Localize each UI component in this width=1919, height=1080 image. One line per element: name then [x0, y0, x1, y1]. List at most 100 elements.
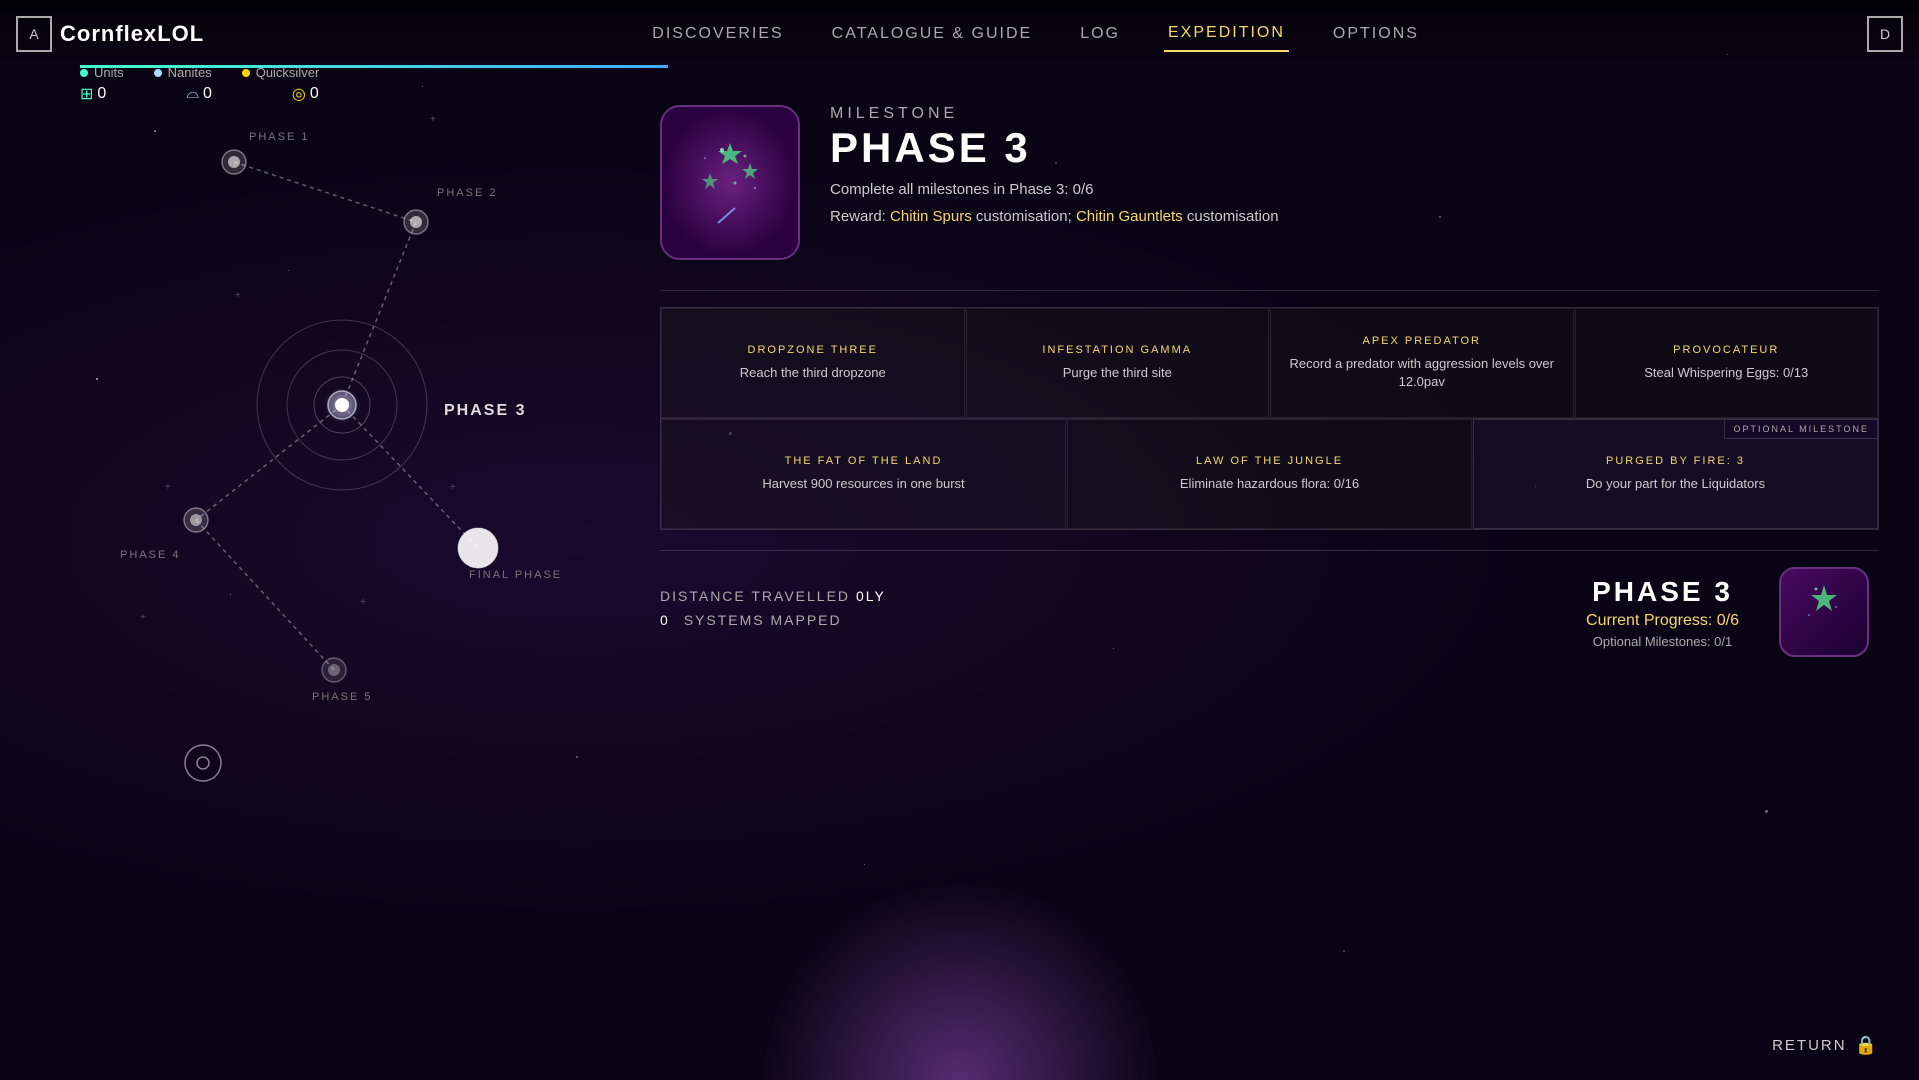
svg-text:PHASE 2: PHASE 2 [437, 187, 497, 199]
nav-right-button[interactable]: D [1867, 16, 1903, 52]
currency-nanites: Nanites [154, 65, 212, 80]
units-icon: ⊞ [80, 84, 93, 104]
phase3-label: PHASE 3 [1586, 576, 1739, 608]
milestone-progress: Complete all milestones in Phase 3: 0/6 [830, 181, 1879, 198]
jungle-desc: Eliminate hazardous flora: 0/16 [1180, 475, 1359, 493]
milestone-cell-jungle[interactable]: LAW OF THE JUNGLE Eliminate hazardous fl… [1067, 419, 1472, 529]
nav-left-btn-label: A [29, 26, 38, 42]
right-panel: MILESTONE PHASE 3 Complete all milestone… [620, 0, 1919, 1080]
dropzone-title: DROPZONE THREE [748, 344, 878, 356]
apex-desc: Record a predator with aggression levels… [1287, 355, 1557, 391]
milestone-info: MILESTONE PHASE 3 Complete all milestone… [830, 105, 1879, 225]
milestone-cell-infestation[interactable]: INFESTATION GAMMA Purge the third site [966, 308, 1270, 418]
player-name: CornflexLOL [60, 21, 204, 47]
stats-center: PHASE 3 Current Progress: 0/6 Optional M… [1586, 576, 1739, 649]
milestones-grid-row2: THE FAT OF THE LAND Harvest 900 resource… [660, 419, 1879, 530]
divider-2 [660, 550, 1879, 551]
distance-row: DISTANCE TRAVELLED 0ly [660, 588, 1546, 604]
optional-badge-label: OPTIONAL MILESTONE [1724, 419, 1878, 439]
apex-title: APEX PREDATOR [1362, 335, 1481, 347]
tab-options[interactable]: OPTIONS [1329, 17, 1423, 51]
units-label: Units [94, 65, 124, 80]
infestation-desc: Purge the third site [1063, 364, 1172, 382]
milestone-badge [660, 105, 800, 260]
milestones-grid-row1: DROPZONE THREE Reach the third dropzone … [660, 307, 1879, 419]
reward-item1: Chitin Spurs [890, 208, 972, 225]
svg-text:FINAL PHASE: FINAL PHASE [469, 569, 562, 581]
svg-text:+: + [140, 612, 146, 623]
quicksilver-icon: ◎ [292, 84, 306, 104]
nav-left-section: A CornflexLOL [0, 16, 204, 52]
nav-right-section: D [1867, 16, 1919, 52]
map-panel: PHASE 1 PHASE 2 PHASE 3 PHASE 4 FINAL PH… [0, 0, 620, 1080]
milestone-word: MILESTONE [830, 105, 1879, 123]
reward-text1: customisation; [976, 208, 1072, 225]
svg-text:+: + [360, 597, 366, 608]
svg-text:PHASE 4: PHASE 4 [120, 549, 180, 561]
units-dot [80, 69, 88, 77]
quicksilver-value: 0 [310, 85, 319, 103]
milestone-cell-dropzone[interactable]: DROPZONE THREE Reach the third dropzone [661, 308, 965, 418]
provocateur-desc: Steal Whispering Eggs: 0/13 [1644, 364, 1808, 382]
tab-discoveries[interactable]: DISCOVERIES [648, 17, 787, 51]
quicksilver-label: Quicksilver [256, 65, 320, 80]
systems-label: SYSTEMS MAPPED [684, 612, 842, 628]
svg-text:PHASE 3: PHASE 3 [444, 402, 526, 419]
svg-text:+: + [235, 290, 241, 301]
svg-text:+: + [165, 482, 171, 493]
currency-bar: Units Nanites Quicksilver [80, 65, 319, 80]
svg-text:PHASE 1: PHASE 1 [249, 131, 309, 143]
fat-title: THE FAT OF THE LAND [785, 455, 943, 467]
currency-quicksilver: Quicksilver [242, 65, 320, 80]
units-value: 0 [97, 85, 106, 103]
badge-icon [680, 128, 780, 238]
quicksilver-value-display: ◎ 0 [292, 84, 319, 104]
optional-milestones: Optional Milestones: 0/1 [1586, 634, 1739, 649]
nanites-value: 0 [203, 85, 212, 103]
currency-values: ⊞ 0 ⌓ 0 ◎ 0 [80, 84, 319, 104]
milestone-cell-apex[interactable]: APEX PREDATOR Record a predator with agg… [1270, 308, 1574, 418]
infestation-title: INFESTATION GAMMA [1042, 344, 1192, 356]
nanites-dot [154, 69, 162, 77]
map-svg: PHASE 1 PHASE 2 PHASE 3 PHASE 4 FINAL PH… [0, 0, 620, 1080]
current-progress: Current Progress: 0/6 [1586, 612, 1739, 630]
milestone-header: MILESTONE PHASE 3 Complete all milestone… [660, 105, 1879, 260]
systems-value: 0 [660, 612, 670, 628]
nav-left-button[interactable]: A [16, 16, 52, 52]
stats-right [1779, 567, 1879, 657]
divider-1 [660, 290, 1879, 291]
distance-label: DISTANCE TRAVELLED [660, 588, 850, 604]
mini-badge [1779, 567, 1869, 657]
provocateur-title: PROVOCATEUR [1673, 344, 1779, 356]
systems-row: 0 SYSTEMS MAPPED [660, 612, 1546, 628]
distance-value: 0ly [856, 588, 886, 604]
nav-right-btn-label: D [1880, 26, 1890, 42]
purged-desc: Do your part for the Liquidators [1586, 475, 1765, 493]
nanites-label: Nanites [168, 65, 212, 80]
milestone-cell-fat[interactable]: THE FAT OF THE LAND Harvest 900 resource… [661, 419, 1066, 529]
milestone-cell-provocateur[interactable]: PROVOCATEUR Steal Whispering Eggs: 0/13 [1575, 308, 1879, 418]
milestone-cell-purged[interactable]: OPTIONAL MILESTONE PURGED BY FIRE: 3 Do … [1473, 419, 1878, 529]
stats-left: DISTANCE TRAVELLED 0ly 0 SYSTEMS MAPPED [660, 588, 1546, 636]
quicksilver-dot [242, 69, 250, 77]
bottom-stats: DISTANCE TRAVELLED 0ly 0 SYSTEMS MAPPED … [660, 567, 1879, 657]
reward-label: Reward: [830, 208, 886, 225]
svg-text:+: + [430, 114, 436, 125]
jungle-title: LAW OF THE JUNGLE [1196, 455, 1343, 467]
nav-tabs: DISCOVERIES CATALOGUE & GUIDE LOG EXPEDI… [204, 16, 1867, 52]
tab-expedition[interactable]: EXPEDITION [1164, 16, 1289, 52]
tab-log[interactable]: LOG [1076, 17, 1124, 51]
mini-badge-icon [1794, 577, 1854, 647]
reward-text2: customisation [1187, 208, 1279, 225]
fat-desc: Harvest 900 resources in one burst [762, 475, 964, 493]
currency-units: Units [80, 65, 124, 80]
nanites-value-display: ⌓ 0 [186, 84, 212, 104]
milestone-phase: PHASE 3 [830, 127, 1879, 169]
tab-catalogue[interactable]: CATALOGUE & GUIDE [828, 17, 1037, 51]
svg-text:+: + [450, 482, 456, 493]
top-navigation: A CornflexLOL DISCOVERIES CATALOGUE & GU… [0, 0, 1919, 68]
units-value-display: ⊞ 0 [80, 84, 106, 104]
milestone-reward: Reward: Chitin Spurs customisation; Chit… [830, 208, 1879, 225]
nanites-icon: ⌓ [186, 85, 199, 103]
svg-text:PHASE 5: PHASE 5 [312, 691, 372, 703]
